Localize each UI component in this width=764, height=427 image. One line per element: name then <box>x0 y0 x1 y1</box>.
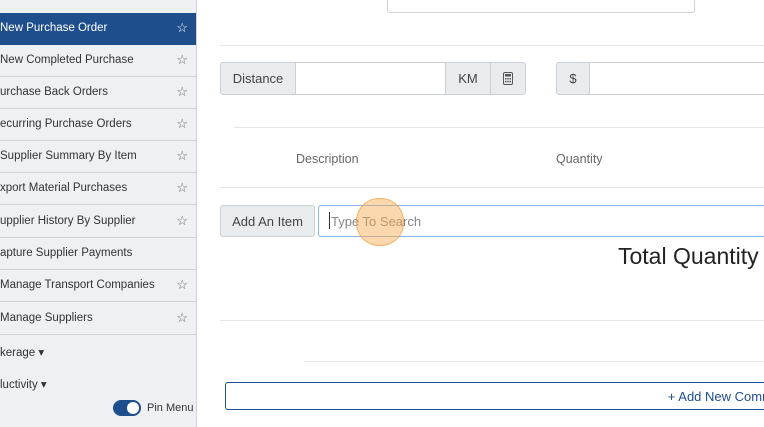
sidebar-item-label: Supplier Summary By Item <box>0 150 137 162</box>
sidebar-item-supplier-summary-by-item[interactable]: Supplier Summary By Item ☆ <box>0 141 196 173</box>
sidebar-item-new-purchase-order[interactable]: New Purchase Order ☆ <box>0 13 196 45</box>
sidebar-item-label: xport Material Purchases <box>0 182 128 194</box>
sidebar-item-label: apture Supplier Payments <box>0 247 133 259</box>
star-icon[interactable]: ☆ <box>176 52 188 68</box>
distance-label: Distance <box>220 62 296 95</box>
star-icon[interactable]: ☆ <box>176 148 188 164</box>
currency-addon: $ <box>556 62 590 95</box>
sidebar-item-label: New Completed Purchase <box>0 54 134 66</box>
star-icon[interactable]: ☆ <box>176 116 188 132</box>
add-item-label: Add An Item <box>220 205 315 237</box>
sidebar-section-brokerage[interactable]: kerage ▾ <box>0 345 44 359</box>
description-column-header: Description <box>296 152 359 166</box>
sidebar-item-supplier-history-by-supplier[interactable]: upplier History By Supplier ☆ <box>0 206 196 238</box>
sidebar-item-recurring-purchase-orders[interactable]: ecurring Purchase Orders ☆ <box>0 109 196 141</box>
sidebar-item-label: urchase Back Orders <box>0 86 109 98</box>
quantity-column-header: Quantity <box>556 152 603 166</box>
star-icon[interactable]: ☆ <box>176 213 188 229</box>
distance-unit-addon: KM <box>445 62 491 95</box>
text-cursor <box>329 212 330 229</box>
sidebar-menu: New Purchase Order ☆ New Completed Purch… <box>0 0 197 427</box>
pin-menu-label: Pin Menu <box>147 402 194 414</box>
divider <box>234 127 764 128</box>
total-quantity-label: Total Quantity <box>618 243 759 269</box>
divider <box>220 45 764 46</box>
divider <box>220 320 764 321</box>
star-icon[interactable]: ☆ <box>176 277 188 293</box>
sidebar-item-manage-transport-companies[interactable]: Manage Transport Companies ☆ <box>0 270 196 302</box>
sidebar-item-label: ecurring Purchase Orders <box>0 118 132 130</box>
divider <box>220 187 764 188</box>
sidebar-item-label: Manage Suppliers <box>0 312 93 324</box>
pin-menu-toggle[interactable] <box>113 400 141 416</box>
sidebar-item-export-material-purchases[interactable]: xport Material Purchases ☆ <box>0 173 196 205</box>
sidebar-item-new-completed-purchase[interactable]: New Completed Purchase ☆ <box>0 45 196 77</box>
sidebar-item-label: Manage Transport Companies <box>0 279 155 291</box>
star-icon[interactable]: ☆ <box>176 180 188 196</box>
pin-menu-control: Pin Menu <box>113 400 193 416</box>
star-icon[interactable]: ☆ <box>176 310 188 326</box>
calculator-icon <box>503 72 513 85</box>
star-icon[interactable]: ☆ <box>176 20 188 36</box>
star-icon[interactable]: ☆ <box>176 84 188 100</box>
sidebar-item-capture-supplier-payments[interactable]: apture Supplier Payments <box>0 238 196 270</box>
top-input-field[interactable] <box>387 0 695 13</box>
click-indicator <box>356 198 404 246</box>
add-comment-button[interactable]: + Add New Comment <box>225 382 764 410</box>
sidebar-section-productivity[interactable]: luctivity ▾ <box>0 377 47 391</box>
sidebar-item-manage-suppliers[interactable]: Manage Suppliers ☆ <box>0 303 196 335</box>
main-content: Distance KM $ Description Quantity Add A… <box>197 0 764 427</box>
divider <box>304 361 764 362</box>
distance-input[interactable] <box>295 62 446 95</box>
cost-input[interactable] <box>589 62 764 95</box>
sidebar-item-label: New Purchase Order <box>0 22 108 34</box>
sidebar-item-label: upplier History By Supplier <box>0 215 136 227</box>
calculator-button[interactable] <box>490 62 526 95</box>
sidebar-item-purchase-back-orders[interactable]: urchase Back Orders ☆ <box>0 77 196 109</box>
